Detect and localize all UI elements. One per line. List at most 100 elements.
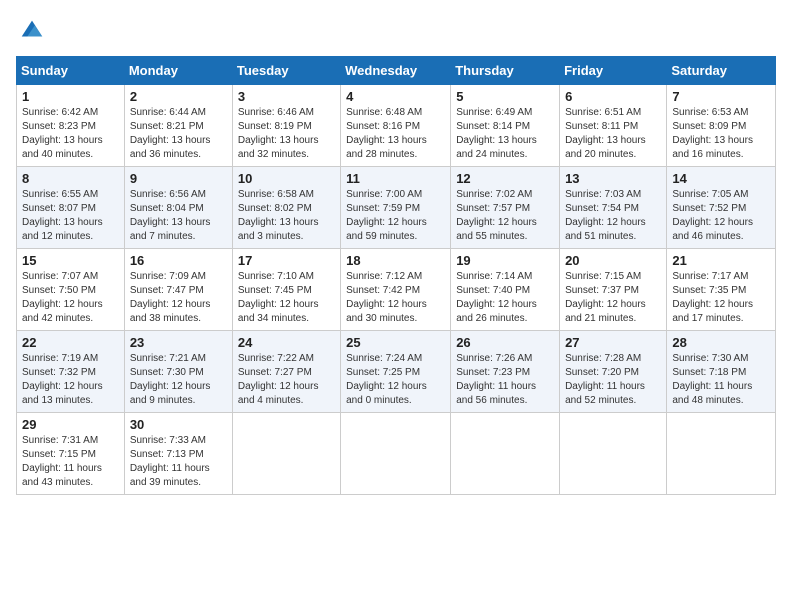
calendar-cell: 1 Sunrise: 6:42 AMSunset: 8:23 PMDayligh…	[17, 85, 125, 167]
day-number: 26	[456, 335, 554, 350]
day-number: 19	[456, 253, 554, 268]
calendar-cell: 22 Sunrise: 7:19 AMSunset: 7:32 PMDaylig…	[17, 331, 125, 413]
day-of-week-header: Sunday	[17, 57, 125, 85]
day-detail: Sunrise: 7:24 AMSunset: 7:25 PMDaylight:…	[346, 352, 445, 408]
day-detail: Sunrise: 7:12 AMSunset: 7:42 PMDaylight:…	[346, 270, 445, 326]
day-number: 4	[346, 89, 445, 104]
calendar-cell: 14 Sunrise: 7:05 AMSunset: 7:52 PMDaylig…	[667, 167, 776, 249]
day-number: 3	[238, 89, 335, 104]
day-detail: Sunrise: 6:51 AMSunset: 8:11 PMDaylight:…	[565, 106, 661, 162]
day-detail: Sunrise: 6:58 AMSunset: 8:02 PMDaylight:…	[238, 188, 335, 244]
calendar-cell	[667, 413, 776, 495]
calendar-cell: 11 Sunrise: 7:00 AMSunset: 7:59 PMDaylig…	[341, 167, 451, 249]
calendar-cell	[451, 413, 560, 495]
day-of-week-header: Wednesday	[341, 57, 451, 85]
day-number: 11	[346, 171, 445, 186]
day-detail: Sunrise: 6:49 AMSunset: 8:14 PMDaylight:…	[456, 106, 554, 162]
day-number: 9	[130, 171, 227, 186]
calendar-cell: 12 Sunrise: 7:02 AMSunset: 7:57 PMDaylig…	[451, 167, 560, 249]
day-number: 16	[130, 253, 227, 268]
day-detail: Sunrise: 7:31 AMSunset: 7:15 PMDaylight:…	[22, 434, 119, 490]
day-detail: Sunrise: 7:14 AMSunset: 7:40 PMDaylight:…	[456, 270, 554, 326]
day-detail: Sunrise: 7:28 AMSunset: 7:20 PMDaylight:…	[565, 352, 661, 408]
day-detail: Sunrise: 6:48 AMSunset: 8:16 PMDaylight:…	[346, 106, 445, 162]
day-number: 29	[22, 417, 119, 432]
calendar-cell: 17 Sunrise: 7:10 AMSunset: 7:45 PMDaylig…	[232, 249, 340, 331]
day-number: 15	[22, 253, 119, 268]
day-number: 30	[130, 417, 227, 432]
day-number: 18	[346, 253, 445, 268]
calendar-cell: 21 Sunrise: 7:17 AMSunset: 7:35 PMDaylig…	[667, 249, 776, 331]
day-number: 21	[672, 253, 770, 268]
calendar-cell: 27 Sunrise: 7:28 AMSunset: 7:20 PMDaylig…	[560, 331, 667, 413]
calendar-cell: 2 Sunrise: 6:44 AMSunset: 8:21 PMDayligh…	[124, 85, 232, 167]
calendar-cell: 13 Sunrise: 7:03 AMSunset: 7:54 PMDaylig…	[560, 167, 667, 249]
day-number: 12	[456, 171, 554, 186]
calendar-cell: 28 Sunrise: 7:30 AMSunset: 7:18 PMDaylig…	[667, 331, 776, 413]
calendar-cell	[341, 413, 451, 495]
day-number: 17	[238, 253, 335, 268]
calendar-cell: 5 Sunrise: 6:49 AMSunset: 8:14 PMDayligh…	[451, 85, 560, 167]
calendar-cell: 3 Sunrise: 6:46 AMSunset: 8:19 PMDayligh…	[232, 85, 340, 167]
day-number: 20	[565, 253, 661, 268]
calendar-cell: 23 Sunrise: 7:21 AMSunset: 7:30 PMDaylig…	[124, 331, 232, 413]
day-detail: Sunrise: 7:26 AMSunset: 7:23 PMDaylight:…	[456, 352, 554, 408]
calendar-cell: 8 Sunrise: 6:55 AMSunset: 8:07 PMDayligh…	[17, 167, 125, 249]
day-detail: Sunrise: 7:21 AMSunset: 7:30 PMDaylight:…	[130, 352, 227, 408]
day-of-week-header: Tuesday	[232, 57, 340, 85]
day-detail: Sunrise: 7:07 AMSunset: 7:50 PMDaylight:…	[22, 270, 119, 326]
day-number: 24	[238, 335, 335, 350]
day-of-week-header: Thursday	[451, 57, 560, 85]
day-detail: Sunrise: 7:30 AMSunset: 7:18 PMDaylight:…	[672, 352, 770, 408]
calendar-cell: 7 Sunrise: 6:53 AMSunset: 8:09 PMDayligh…	[667, 85, 776, 167]
day-detail: Sunrise: 7:19 AMSunset: 7:32 PMDaylight:…	[22, 352, 119, 408]
day-number: 14	[672, 171, 770, 186]
day-of-week-header: Saturday	[667, 57, 776, 85]
calendar-cell: 10 Sunrise: 6:58 AMSunset: 8:02 PMDaylig…	[232, 167, 340, 249]
day-of-week-header: Monday	[124, 57, 232, 85]
calendar-cell	[232, 413, 340, 495]
calendar-cell: 9 Sunrise: 6:56 AMSunset: 8:04 PMDayligh…	[124, 167, 232, 249]
day-detail: Sunrise: 7:17 AMSunset: 7:35 PMDaylight:…	[672, 270, 770, 326]
day-number: 5	[456, 89, 554, 104]
day-detail: Sunrise: 7:05 AMSunset: 7:52 PMDaylight:…	[672, 188, 770, 244]
day-detail: Sunrise: 7:00 AMSunset: 7:59 PMDaylight:…	[346, 188, 445, 244]
day-detail: Sunrise: 6:42 AMSunset: 8:23 PMDaylight:…	[22, 106, 119, 162]
day-number: 25	[346, 335, 445, 350]
calendar-cell: 16 Sunrise: 7:09 AMSunset: 7:47 PMDaylig…	[124, 249, 232, 331]
day-of-week-header: Friday	[560, 57, 667, 85]
day-detail: Sunrise: 7:09 AMSunset: 7:47 PMDaylight:…	[130, 270, 227, 326]
calendar-cell: 4 Sunrise: 6:48 AMSunset: 8:16 PMDayligh…	[341, 85, 451, 167]
page-header	[16, 16, 776, 44]
day-number: 23	[130, 335, 227, 350]
day-detail: Sunrise: 7:15 AMSunset: 7:37 PMDaylight:…	[565, 270, 661, 326]
day-detail: Sunrise: 7:33 AMSunset: 7:13 PMDaylight:…	[130, 434, 227, 490]
calendar-cell: 18 Sunrise: 7:12 AMSunset: 7:42 PMDaylig…	[341, 249, 451, 331]
day-number: 28	[672, 335, 770, 350]
logo	[16, 16, 46, 44]
calendar-cell: 30 Sunrise: 7:33 AMSunset: 7:13 PMDaylig…	[124, 413, 232, 495]
day-number: 8	[22, 171, 119, 186]
day-number: 2	[130, 89, 227, 104]
day-detail: Sunrise: 6:46 AMSunset: 8:19 PMDaylight:…	[238, 106, 335, 162]
logo-icon	[18, 16, 46, 44]
day-number: 22	[22, 335, 119, 350]
calendar-cell: 20 Sunrise: 7:15 AMSunset: 7:37 PMDaylig…	[560, 249, 667, 331]
day-number: 10	[238, 171, 335, 186]
day-detail: Sunrise: 7:02 AMSunset: 7:57 PMDaylight:…	[456, 188, 554, 244]
calendar-cell: 19 Sunrise: 7:14 AMSunset: 7:40 PMDaylig…	[451, 249, 560, 331]
day-detail: Sunrise: 6:53 AMSunset: 8:09 PMDaylight:…	[672, 106, 770, 162]
day-number: 27	[565, 335, 661, 350]
day-detail: Sunrise: 6:44 AMSunset: 8:21 PMDaylight:…	[130, 106, 227, 162]
calendar-cell: 25 Sunrise: 7:24 AMSunset: 7:25 PMDaylig…	[341, 331, 451, 413]
calendar-table: SundayMondayTuesdayWednesdayThursdayFrid…	[16, 56, 776, 495]
day-detail: Sunrise: 7:10 AMSunset: 7:45 PMDaylight:…	[238, 270, 335, 326]
day-detail: Sunrise: 6:55 AMSunset: 8:07 PMDaylight:…	[22, 188, 119, 244]
day-number: 7	[672, 89, 770, 104]
calendar-cell: 15 Sunrise: 7:07 AMSunset: 7:50 PMDaylig…	[17, 249, 125, 331]
day-detail: Sunrise: 6:56 AMSunset: 8:04 PMDaylight:…	[130, 188, 227, 244]
calendar-cell: 29 Sunrise: 7:31 AMSunset: 7:15 PMDaylig…	[17, 413, 125, 495]
calendar-cell: 6 Sunrise: 6:51 AMSunset: 8:11 PMDayligh…	[560, 85, 667, 167]
calendar-cell: 26 Sunrise: 7:26 AMSunset: 7:23 PMDaylig…	[451, 331, 560, 413]
day-number: 6	[565, 89, 661, 104]
